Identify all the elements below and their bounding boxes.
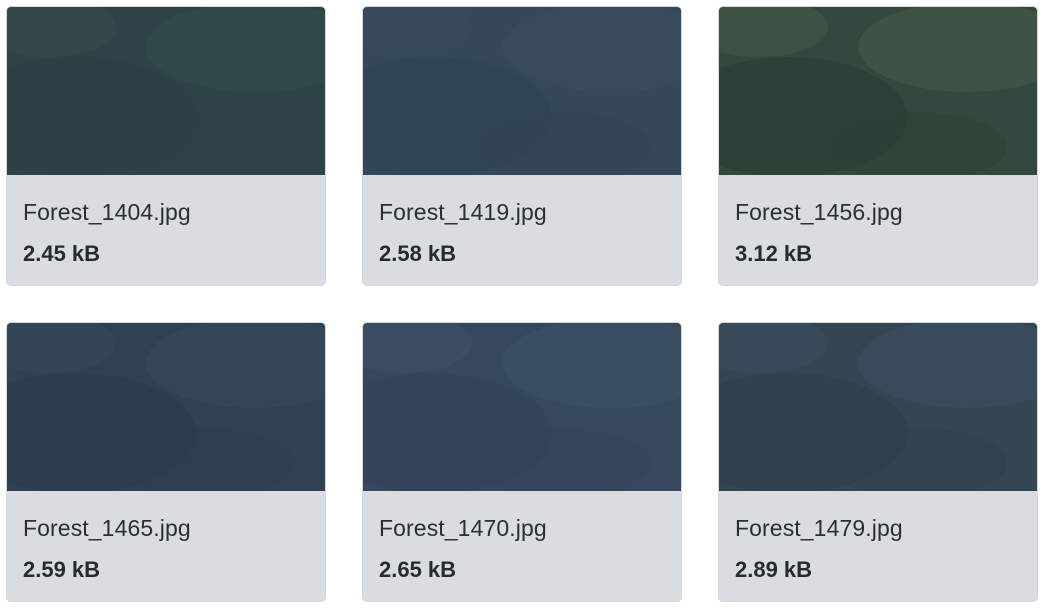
- file-info: Forest_1404.jpg 2.45 kB: [7, 175, 325, 285]
- thumbnail-image: [719, 323, 1037, 491]
- file-size: 2.89 kB: [735, 557, 813, 582]
- file-grid: Forest_1404.jpg 2.45 kB Forest_1419.jpg …: [0, 0, 1046, 610]
- file-name: Forest_1479.jpg: [735, 515, 903, 541]
- file-card[interactable]: Forest_1419.jpg 2.58 kB: [362, 6, 682, 286]
- file-name: Forest_1404.jpg: [23, 199, 191, 225]
- file-card[interactable]: Forest_1456.jpg 3.12 kB: [718, 6, 1038, 286]
- file-size: 3.12 kB: [735, 241, 813, 266]
- file-info: Forest_1465.jpg 2.59 kB: [7, 491, 325, 601]
- file-size: 2.65 kB: [379, 557, 457, 582]
- file-card[interactable]: Forest_1479.jpg 2.89 kB: [718, 322, 1038, 602]
- file-info: Forest_1419.jpg 2.58 kB: [363, 175, 681, 285]
- file-name: Forest_1465.jpg: [23, 515, 191, 541]
- file-name: Forest_1456.jpg: [735, 199, 903, 225]
- file-info: Forest_1456.jpg 3.12 kB: [719, 175, 1037, 285]
- thumbnail-image: [7, 7, 325, 175]
- thumbnail-image: [719, 7, 1037, 175]
- file-card[interactable]: Forest_1470.jpg 2.65 kB: [362, 322, 682, 602]
- file-name: Forest_1419.jpg: [379, 199, 547, 225]
- file-info: Forest_1479.jpg 2.89 kB: [719, 491, 1037, 601]
- thumbnail-image: [363, 7, 681, 175]
- file-size: 2.45 kB: [23, 241, 101, 266]
- file-name: Forest_1470.jpg: [379, 515, 547, 541]
- thumbnail-image: [7, 323, 325, 491]
- file-info: Forest_1470.jpg 2.65 kB: [363, 491, 681, 601]
- file-size: 2.58 kB: [379, 241, 457, 266]
- file-card[interactable]: Forest_1404.jpg 2.45 kB: [6, 6, 326, 286]
- thumbnail-image: [363, 323, 681, 491]
- file-card[interactable]: Forest_1465.jpg 2.59 kB: [6, 322, 326, 602]
- file-size: 2.59 kB: [23, 557, 101, 582]
